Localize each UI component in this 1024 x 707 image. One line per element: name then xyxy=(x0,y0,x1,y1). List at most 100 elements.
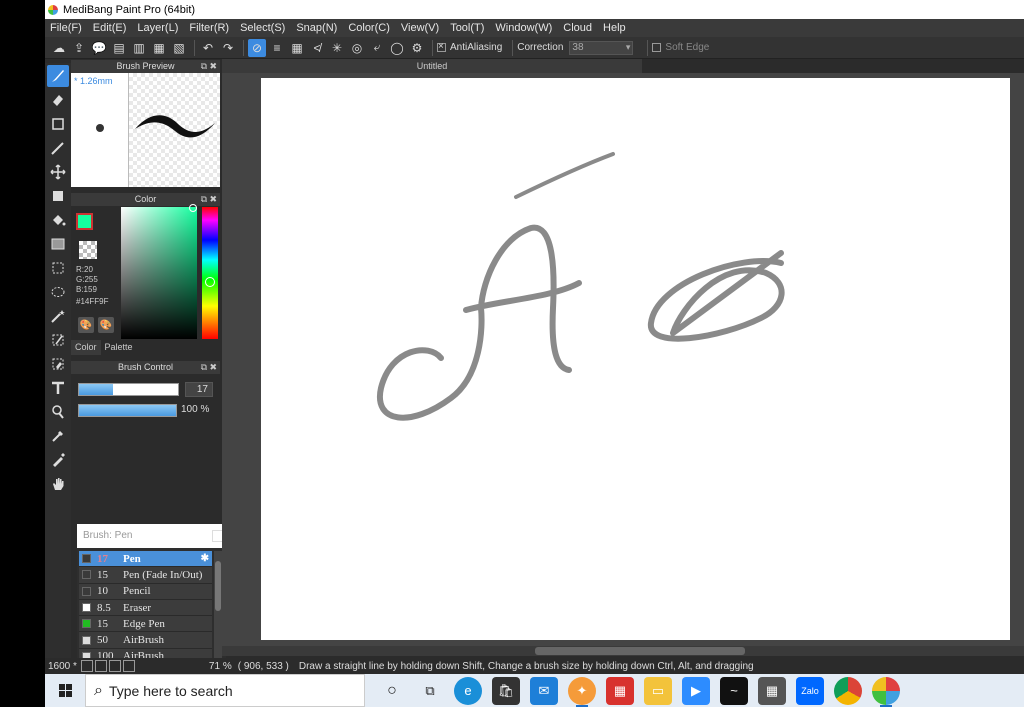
ink-app-icon[interactable]: ~ xyxy=(720,676,748,705)
snap-grid-icon[interactable]: ▦ xyxy=(288,39,306,57)
edge-browser-icon[interactable]: e xyxy=(454,676,482,705)
menu-help[interactable]: Help xyxy=(603,22,626,34)
brush-list-item[interactable]: 15 Pen (Fade In/Out) xyxy=(79,567,212,584)
tab-palette[interactable]: Palette xyxy=(101,340,137,355)
foreground-color-swatch[interactable] xyxy=(76,213,93,230)
menu-tool[interactable]: Tool(T) xyxy=(450,22,484,34)
comment-icon[interactable]: 💬 xyxy=(90,39,108,57)
storyboard-icon[interactable]: ▧ xyxy=(170,39,188,57)
menu-layer[interactable]: Layer(L) xyxy=(137,22,178,34)
magic-wand-tool-icon[interactable] xyxy=(47,305,69,327)
zoom-app-icon[interactable]: ▶ xyxy=(682,676,710,705)
drawing-canvas[interactable] xyxy=(261,78,1010,640)
menu-file[interactable]: File(F) xyxy=(50,22,82,34)
snap-vanish-icon[interactable]: ≮ xyxy=(308,39,326,57)
pen-tool-icon[interactable] xyxy=(47,449,69,471)
new-layer-icon[interactable] xyxy=(80,660,93,672)
brush-list-item[interactable]: 8.5 Eraser xyxy=(79,599,212,617)
menu-cloud[interactable]: Cloud xyxy=(563,22,592,34)
menu-color[interactable]: Color(C) xyxy=(348,22,390,34)
brush-tool-icon[interactable] xyxy=(47,65,69,87)
text-tool-icon[interactable] xyxy=(47,377,69,399)
undock-icon[interactable]: ⧉ xyxy=(201,60,207,73)
snap-settings-icon[interactable]: ⚙ xyxy=(408,39,426,57)
brush-size-value[interactable]: 17 xyxy=(185,382,213,397)
fill-tool-icon[interactable] xyxy=(47,209,69,231)
cloud-icon[interactable]: ☁ xyxy=(50,39,68,57)
hue-cursor[interactable] xyxy=(205,277,215,287)
redo-icon[interactable]: ↷ xyxy=(219,39,237,57)
move-tool-icon[interactable] xyxy=(47,161,69,183)
snap-curve-icon[interactable]: ⤶ xyxy=(368,39,386,57)
menu-view[interactable]: View(V) xyxy=(401,22,439,34)
select-pen-tool-icon[interactable] xyxy=(47,329,69,351)
chrome-icon[interactable] xyxy=(834,676,862,705)
menu-snap[interactable]: Snap(N) xyxy=(296,22,337,34)
snap-off-icon[interactable]: ⊘ xyxy=(248,38,266,57)
close-icon[interactable]: ✖ xyxy=(209,361,217,374)
cortana-icon[interactable]: ○ xyxy=(378,677,406,705)
brush-list-item[interactable]: 17 Pen ✱ xyxy=(79,551,212,568)
share-icon[interactable]: ⇪ xyxy=(70,39,88,57)
medibang-taskbar-icon[interactable] xyxy=(872,676,900,707)
lasso-tool-icon[interactable] xyxy=(47,281,69,303)
layout-icon[interactable]: ▦ xyxy=(150,39,168,57)
calculator-icon[interactable]: ▦ xyxy=(758,676,786,705)
undock-icon[interactable]: ⧉ xyxy=(201,193,207,206)
canvas-horizontal-scrollbar[interactable] xyxy=(222,646,1024,656)
eraser-tool-icon[interactable] xyxy=(47,89,69,111)
color-palette-icon[interactable]: 🎨 xyxy=(98,317,114,333)
gift-app-icon[interactable]: ▦ xyxy=(606,676,634,705)
tab-color[interactable]: Color xyxy=(71,340,101,355)
snap-parallel-icon[interactable]: ≡ xyxy=(268,39,286,57)
folder-icon[interactable] xyxy=(108,660,121,672)
page-icon[interactable]: ▥ xyxy=(130,39,148,57)
snap-circle-icon[interactable]: ◎ xyxy=(348,39,366,57)
dot-tool-icon[interactable] xyxy=(47,113,69,135)
snap-ellipse-icon[interactable]: ◯ xyxy=(388,39,406,57)
brush-list-item[interactable]: 50 AirBrush xyxy=(79,632,212,649)
scrollbar-thumb[interactable] xyxy=(215,561,221,611)
soft-edge-checkbox[interactable] xyxy=(652,43,662,52)
chat-icon[interactable]: ▤ xyxy=(110,39,128,57)
blur-tool-icon[interactable] xyxy=(47,137,69,159)
delete-layer-icon[interactable] xyxy=(122,660,135,672)
menu-filter[interactable]: Filter(R) xyxy=(189,22,229,34)
canvas-tab[interactable]: Untitled xyxy=(222,59,642,73)
undo-icon[interactable]: ↶ xyxy=(199,39,217,57)
operation-tool-icon[interactable] xyxy=(47,401,69,423)
menu-select[interactable]: Select(S) xyxy=(240,22,285,34)
store-icon[interactable]: 🛍 xyxy=(492,676,520,705)
scrollbar-thumb[interactable] xyxy=(535,647,745,655)
brush-settings-icon[interactable]: ✱ xyxy=(201,553,209,564)
select-eraser-tool-icon[interactable] xyxy=(47,353,69,375)
menu-edit[interactable]: Edit(E) xyxy=(93,22,127,34)
brush-opacity-slider[interactable] xyxy=(78,404,177,417)
antialiasing-checkbox[interactable] xyxy=(437,41,446,52)
brush-list-item[interactable]: 10 Pencil xyxy=(79,583,212,600)
hand-tool-icon[interactable] xyxy=(47,473,69,495)
mail-icon[interactable]: ✉ xyxy=(530,676,558,705)
correction-select[interactable]: 38 xyxy=(569,40,634,55)
dropper-tool-icon[interactable] xyxy=(47,425,69,447)
close-icon[interactable]: ✖ xyxy=(209,60,217,73)
menu-window[interactable]: Window(W) xyxy=(495,22,552,34)
select-tool-icon[interactable] xyxy=(47,257,69,279)
brush-size-slider[interactable] xyxy=(78,383,179,396)
hue-slider[interactable] xyxy=(202,207,218,339)
gradient-tool-icon[interactable] xyxy=(47,233,69,255)
sv-cursor[interactable] xyxy=(189,204,197,212)
medibang-app-icon[interactable]: ✦ xyxy=(568,676,596,707)
transparent-color-swatch[interactable] xyxy=(79,241,97,259)
task-view-icon[interactable]: ⧉ xyxy=(416,677,444,705)
taskbar-search-box[interactable]: ⌕ Type here to search xyxy=(85,674,365,707)
shape-tool-icon[interactable] xyxy=(47,185,69,207)
close-icon[interactable]: ✖ xyxy=(209,193,217,206)
zalo-icon[interactable]: Zalo xyxy=(796,676,824,705)
undock-icon[interactable]: ⧉ xyxy=(201,361,207,374)
color-picker-icon[interactable]: 🎨 xyxy=(78,317,94,333)
file-explorer-icon[interactable]: ▭ xyxy=(644,676,672,705)
brush-list-scrollbar[interactable] xyxy=(214,551,222,659)
snap-radial-icon[interactable]: ✳ xyxy=(328,39,346,57)
windows-start-icon[interactable] xyxy=(45,674,85,707)
